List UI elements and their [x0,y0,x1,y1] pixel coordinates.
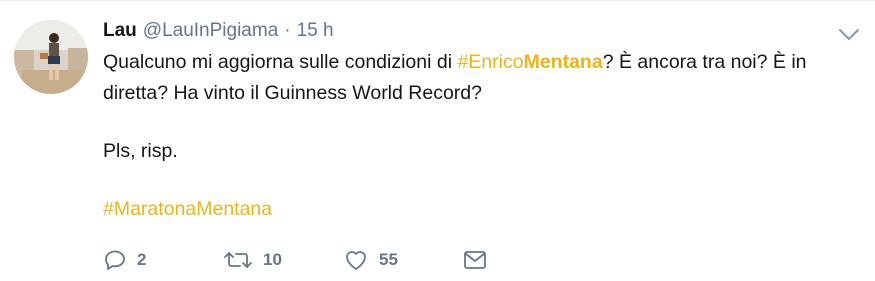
reply-button[interactable]: 2 [103,246,223,274]
retweet-icon [223,248,253,272]
avatar-image [14,20,88,94]
more-menu-button[interactable] [838,28,860,42]
tweet-header: Lau @LauInPigiama · 15 h [103,20,334,44]
reply-icon [103,248,127,272]
like-count: 55 [379,250,398,269]
reply-count: 2 [137,250,147,269]
hashtag-enrico-mentana[interactable]: #EnricoMentana [457,51,602,73]
chevron-down-icon [838,28,860,42]
timestamp[interactable]: 15 h [297,20,334,42]
hashtag-bold-part: Mentana [523,51,603,73]
tweet[interactable]: Lau @LauInPigiama · 15 h Qualcuno mi agg… [0,0,875,281]
like-button[interactable]: 55 [343,246,463,274]
heart-icon [343,248,369,272]
text-before-hashtag: Qualcuno mi aggiorna sulle condizioni di [103,51,458,73]
retweet-count: 10 [263,250,282,269]
hashtag-maratona-mentana[interactable]: #MaratonaMentana [103,198,272,220]
tweet-actions: 2 10 55 [103,246,487,274]
hashtag-prefix: #Enrico [457,51,524,73]
author-handle[interactable]: @LauInPigiama [143,20,278,42]
tweet-paragraph-2: Pls, risp. [103,140,178,162]
envelope-icon [463,249,487,271]
avatar[interactable] [14,20,88,94]
author-name[interactable]: Lau [103,20,137,42]
direct-message-button[interactable] [463,246,487,274]
tweet-text: Qualcuno mi aggiorna sulle condizioni di… [103,47,855,225]
retweet-button[interactable]: 10 [223,246,343,274]
tweet-paragraph-3: #MaratonaMentana [103,194,855,225]
separator-dot: · [284,20,291,41]
tweet-paragraph-1: Qualcuno mi aggiorna sulle condizioni di… [103,47,855,109]
